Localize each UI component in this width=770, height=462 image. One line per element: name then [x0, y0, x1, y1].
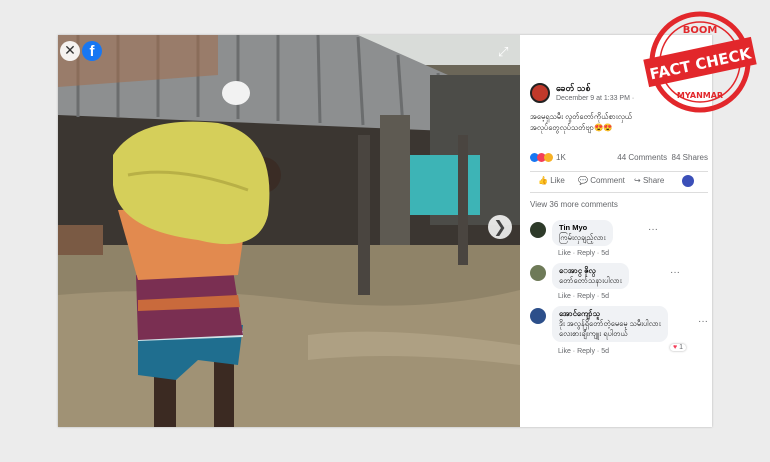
view-more-comments-link[interactable]: View 36 more comments — [530, 200, 618, 209]
next-photo-button[interactable]: ❯ — [488, 215, 512, 239]
facebook-post-screenshot: ✕ f ⤢ ❯ ခေတ် သစ် December 9 at 1:33 PM ·… — [58, 35, 712, 427]
comment-like-link[interactable]: Like — [558, 293, 571, 300]
comment-text: တော်တော်သနားပါလား — [559, 276, 622, 285]
comment-reply-link[interactable]: Reply — [577, 348, 595, 355]
comment-text: ကြမ်းလှချည့်လား — [559, 233, 606, 242]
comment-like-link[interactable]: Like — [558, 250, 571, 257]
reaction-count: 1K — [556, 153, 566, 163]
comment-time: 5d — [601, 250, 610, 257]
comment-reaction-count: 1 — [679, 344, 684, 351]
facebook-logo-icon: f — [82, 41, 102, 61]
share-button[interactable]: ↪ Share — [634, 176, 664, 185]
share-button-label: Share — [642, 176, 665, 185]
comment-reactions[interactable]: ♥ 1 — [670, 344, 687, 351]
post-caption: အမေ့ရှသမီး လွတ်တော်ကိုယ်စားလှယ် အလုပ်တွေ… — [530, 111, 650, 133]
close-icon[interactable]: ✕ — [60, 41, 80, 61]
more-options-icon[interactable]: ··· — [670, 267, 680, 278]
expand-icon[interactable]: ⤢ — [498, 45, 508, 60]
post-stats: 44 Comments 84 Shares — [617, 153, 708, 162]
comment-meta: Like · Reply · 5d — [558, 348, 610, 355]
comment-meta: Like · Reply · 5d — [558, 293, 610, 300]
commenter-name[interactable]: Tin Myo — [559, 223, 606, 233]
like-button-label: Like — [550, 176, 565, 185]
comment-time: 5d — [601, 348, 610, 355]
reaction-summary[interactable]: 1K — [530, 153, 566, 163]
more-options-icon[interactable]: ··· — [648, 224, 658, 235]
post-timestamp[interactable]: December 9 at 1:33 PM · — [556, 95, 634, 102]
commenter-avatar[interactable] — [530, 265, 546, 281]
comment-meta: Like · Reply · 5d — [558, 250, 610, 257]
commenter-name[interactable]: ေအာင္ ဇိုလ္ — [559, 266, 622, 276]
commenter-name[interactable]: အောင်ကျော်သူ — [559, 309, 661, 319]
stamp-bottom-text: MYANMAR — [677, 91, 723, 100]
comment-bubble: Tin Myo ကြမ်းလှချည့်လား — [552, 220, 613, 246]
comment-text: ဒိုး အလွန်ရှိတော်တဲ့မေမေ့ သမီးပါလား — [559, 319, 661, 328]
commenter-avatar[interactable] — [530, 308, 546, 324]
comment-button-label: Comment — [590, 176, 625, 185]
audience-selector[interactable] — [682, 175, 694, 187]
fact-check-stamp: BOOM FACT CHECK MYANMAR — [643, 11, 757, 113]
comment-bubble: အောင်ကျော်သူ ဒိုး အလွန်ရှိတော်တဲ့မေမေ့ သ… — [552, 306, 668, 342]
author-avatar[interactable] — [530, 83, 550, 103]
like-button[interactable]: 👍 Like — [538, 176, 565, 185]
post-caption-line-1: အမေ့ရှသမီး လွတ်တော်ကိုယ်စားလှယ် — [530, 112, 633, 121]
more-options-icon[interactable]: ··· — [698, 316, 708, 327]
comment-reply-link[interactable]: Reply — [577, 250, 595, 257]
comment-time: 5d — [601, 293, 610, 300]
wow-reaction-icon — [544, 153, 553, 163]
comment-like-link[interactable]: Like — [558, 348, 571, 355]
post-action-bar: 👍 Like 💬 Comment ↪ Share — [530, 171, 708, 193]
commenter-avatar[interactable] — [530, 222, 546, 238]
comments-count-link[interactable]: 44 Comments — [617, 153, 667, 162]
post-photo[interactable]: ✕ f ⤢ ❯ — [58, 35, 520, 427]
shares-count-link[interactable]: 84 Shares — [672, 153, 708, 162]
comment-reply-link[interactable]: Reply — [577, 293, 595, 300]
comment-bubble: ေအာင္ ဇိုလ္ တော်တော်သနားပါလား — [552, 263, 629, 289]
comment-button[interactable]: 💬 Comment — [578, 176, 625, 185]
comment-text-line-2: လေးစားချီးကျူး ရပါတယ် — [559, 329, 628, 338]
stamp-top-text: BOOM — [683, 25, 718, 36]
post-caption-line-2: အလုပ်တွေလုပ်သတ်ဗျာ😍😍 — [530, 123, 613, 132]
heart-icon: ♥ — [673, 344, 678, 351]
